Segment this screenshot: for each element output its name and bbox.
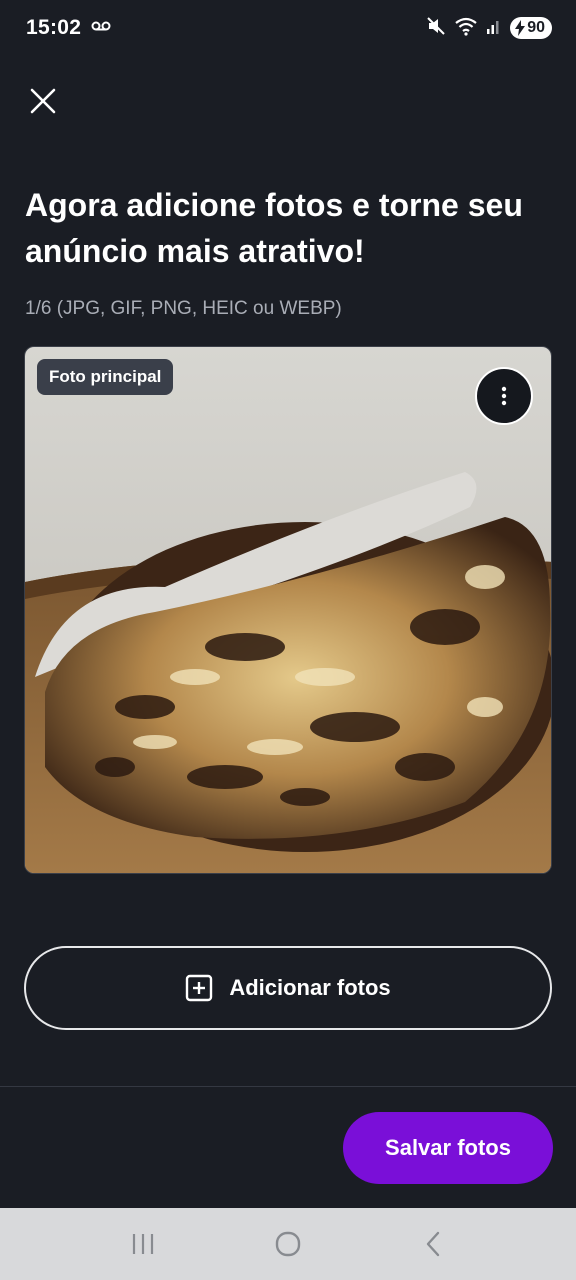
food-photo [25,347,551,873]
home-icon [275,1231,301,1257]
battery-level: 90 [527,19,545,36]
back-icon [427,1231,440,1257]
main-photo-card[interactable]: Foto principal [24,346,552,874]
plus-square-icon [186,974,213,1002]
voicemail-icon [91,19,111,37]
signal-icon [486,17,502,40]
footer-divider [0,1086,576,1087]
battery-indicator: 90 [510,17,552,39]
add-photos-button[interactable]: Adicionar fotos [24,946,552,1030]
status-time: 15:02 [26,16,82,39]
recents-icon [132,1234,153,1254]
close-icon [30,88,56,114]
photo-count-hint: 1/6 (JPG, GIF, PNG, HEIC ou WEBP) [25,298,342,319]
mute-icon [426,16,446,41]
more-vertical-icon [501,386,507,406]
home-button[interactable] [258,1219,318,1269]
back-button[interactable] [403,1219,463,1269]
wifi-icon [454,16,478,41]
status-bar: 15:02 90 [0,0,576,56]
status-left: 15:02 [26,16,111,40]
save-photos-button[interactable]: Salvar fotos [343,1112,553,1184]
status-right: 90 [426,16,552,41]
photo-options-button[interactable] [475,367,533,425]
close-button[interactable] [26,84,60,118]
system-nav-bar [0,1208,576,1280]
add-photos-label: Adicionar fotos [229,975,391,1000]
page-title: Agora adicione fotos e torne seu anúncio… [25,187,523,269]
main-photo-badge: Foto principal [37,359,174,395]
recents-button[interactable] [113,1219,173,1269]
battery-charging-icon [515,20,526,36]
